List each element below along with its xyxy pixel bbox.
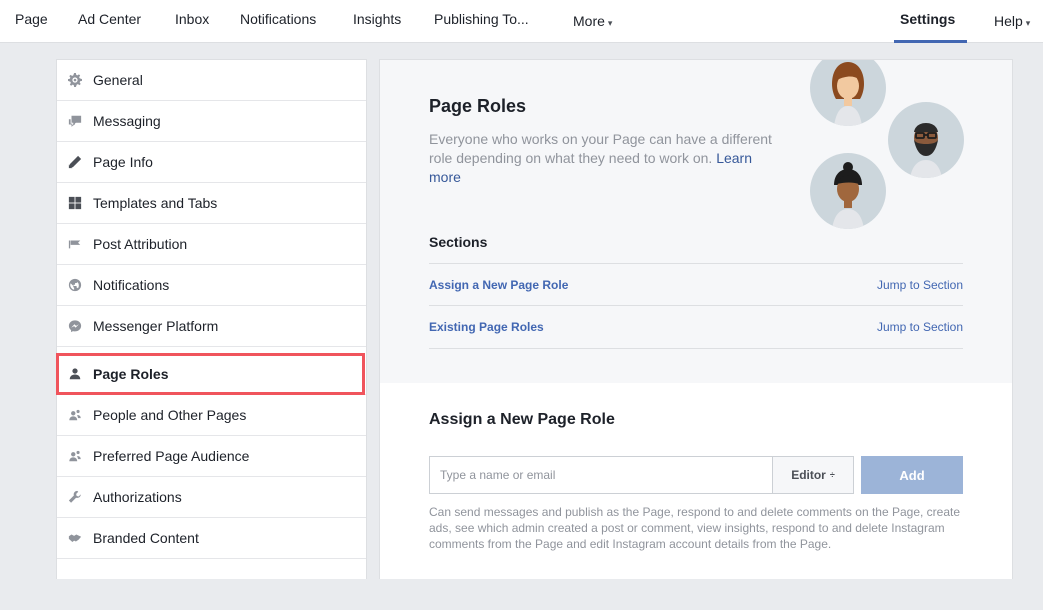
sidebar-item-label: Messaging [93, 113, 161, 129]
nav-ad-center-label: Ad Center [78, 11, 142, 27]
sidebar-item-people-and-other-pages[interactable]: People and Other Pages [57, 395, 366, 436]
nav-page-label: Page [15, 11, 48, 27]
assign-role-heading: Assign a New Page Role [429, 411, 615, 428]
pencil-icon [67, 154, 83, 170]
section-row-existing-roles: Existing Page Roles Jump to Section [429, 305, 963, 348]
avatar-illustration-woman [810, 60, 886, 126]
sidebar-item-label: Post Attribution [93, 236, 188, 252]
page-roles-description: Everyone who works on your Page can have… [429, 130, 784, 187]
sidebar-item-label: Messenger Platform [93, 318, 219, 334]
role-select-dropdown[interactable]: Editor ÷ [772, 456, 854, 494]
sidebar-item-branded-content[interactable]: Branded Content [57, 518, 366, 559]
sidebar-item-messenger-platform[interactable]: Messenger Platform [57, 306, 366, 347]
sidebar-item-label: Branded Content [93, 530, 199, 546]
messenger-icon [67, 318, 83, 334]
section-row-assign-new-role: Assign a New Page Role Jump to Section [429, 263, 963, 306]
chevron-down-icon: ▾ [607, 18, 613, 28]
nav-page[interactable]: Page [15, 11, 48, 27]
nav-help[interactable]: Help ▾ [994, 13, 1030, 29]
sidebar-item-preferred-page-audience[interactable]: Preferred Page Audience [57, 436, 366, 477]
avatar-illustration-woman-bun [810, 153, 886, 229]
sidebar-item-post-attribution[interactable]: Post Attribution [57, 224, 366, 265]
sidebar-item-notifications[interactable]: Notifications [57, 265, 366, 306]
nav-insights[interactable]: Insights [353, 11, 401, 27]
chat-bubbles-icon [67, 113, 83, 129]
section-link-existing-page-roles[interactable]: Existing Page Roles [429, 320, 544, 334]
chevron-down-icon: ▾ [1025, 18, 1031, 28]
sidebar-item-messaging[interactable]: Messaging [57, 101, 366, 142]
sidebar-item-page-info[interactable]: Page Info [57, 142, 366, 183]
role-description-text: Can send messages and publish as the Pag… [429, 505, 961, 551]
flag-icon [67, 236, 83, 252]
bearded-man-avatar-icon [910, 123, 942, 178]
nav-ad-center[interactable]: Ad Center [78, 11, 141, 27]
nav-help-label: Help [994, 13, 1023, 29]
people-icon [67, 448, 83, 464]
settings-sidebar: General Messaging Page Info Templates an… [56, 59, 367, 579]
page-title: Page Roles [429, 96, 527, 116]
sidebar-item-authorizations[interactable]: Authorizations [57, 477, 366, 518]
add-button[interactable]: Add [861, 456, 963, 494]
sidebar-item-templates-and-tabs[interactable]: Templates and Tabs [57, 183, 366, 224]
active-tab-indicator [894, 40, 967, 43]
sidebar-item-label: People and Other Pages [93, 407, 247, 423]
nav-more-label: More [573, 13, 605, 29]
woman-avatar-icon [832, 62, 864, 126]
divider [429, 348, 963, 349]
avatar-illustration-bearded-man [888, 102, 964, 178]
sidebar-item-label: Authorizations [93, 489, 182, 505]
jump-to-section-link[interactable]: Jump to Section [877, 278, 963, 292]
nav-insights-label: Insights [353, 11, 402, 27]
nav-more[interactable]: More ▾ [573, 13, 612, 29]
page-roles-header-section: Page Roles Everyone who works on your Pa… [380, 60, 1012, 383]
gear-icon [67, 72, 83, 88]
sidebar-item-label: Notifications [93, 277, 170, 293]
woman-bun-avatar-icon [832, 162, 864, 229]
section-link-assign-new-page-role[interactable]: Assign a New Page Role [429, 278, 568, 292]
sidebar-item-label: General [93, 72, 143, 88]
role-select-value: Editor [791, 468, 826, 482]
nav-inbox-label: Inbox [175, 11, 210, 27]
nav-publishing-tools-label: Publishing To... [434, 11, 529, 27]
nav-inbox[interactable]: Inbox [175, 11, 209, 27]
handshake-icon [67, 530, 83, 546]
sidebar-item-label: Templates and Tabs [93, 195, 218, 211]
nav-notifications-label: Notifications [240, 11, 317, 27]
name-or-email-input[interactable] [429, 456, 772, 494]
sidebar-item-label: Page Roles [93, 366, 169, 382]
people-icon [67, 407, 83, 423]
person-icon [67, 366, 83, 382]
globe-icon [67, 277, 83, 293]
up-down-arrows-icon: ÷ [829, 470, 835, 480]
sidebar-item-label: Page Info [93, 154, 153, 170]
sidebar-item-general[interactable]: General [57, 60, 366, 101]
jump-to-section-link[interactable]: Jump to Section [877, 320, 963, 334]
sections-heading: Sections [429, 234, 488, 250]
page-roles-panel: Page Roles Everyone who works on your Pa… [379, 59, 1013, 579]
wrench-icon [67, 489, 83, 505]
grid-icon [67, 195, 83, 211]
nav-settings-label: Settings [900, 11, 956, 27]
nav-settings[interactable]: Settings [900, 11, 955, 27]
sidebar-item-page-roles[interactable]: Page Roles [57, 354, 366, 395]
sidebar-item-label: Preferred Page Audience [93, 448, 250, 464]
nav-publishing-tools[interactable]: Publishing To... [434, 11, 529, 27]
nav-notifications[interactable]: Notifications [240, 11, 316, 27]
top-navigation-bar: Page Ad Center Inbox Notifications Insig… [0, 0, 1043, 43]
